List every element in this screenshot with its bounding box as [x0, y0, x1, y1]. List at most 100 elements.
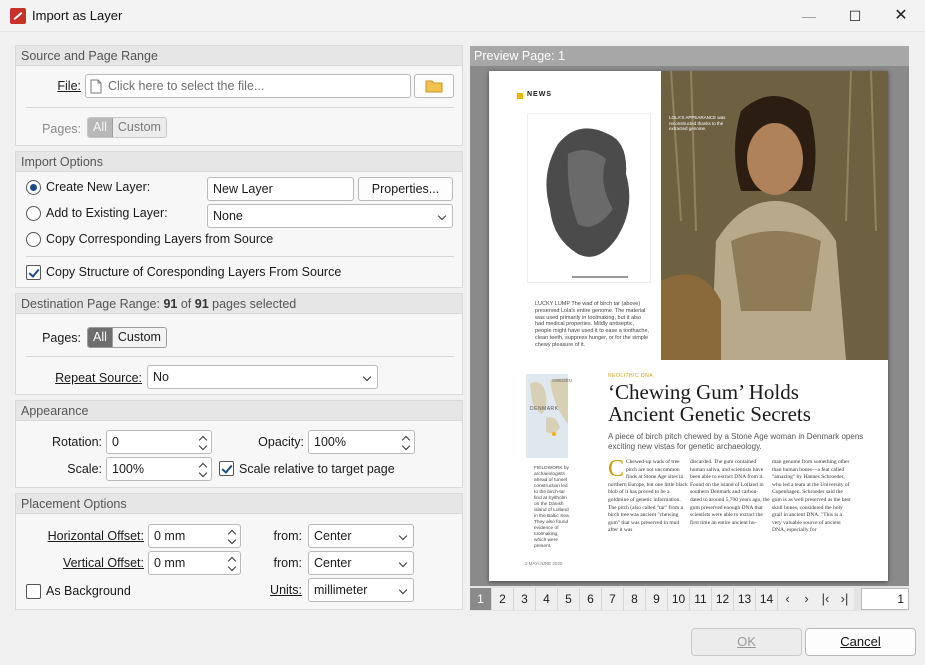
spin-down-icon[interactable]	[198, 468, 208, 478]
destination-pages-toggle[interactable]: All Custom	[87, 327, 167, 348]
appearance-group: Appearance Rotation: 0 Opacity: 100% Sca…	[15, 400, 463, 488]
gum-image	[527, 113, 651, 283]
destination-pages-all[interactable]: All	[88, 328, 112, 347]
body-column-1: C Chewed-up wads of tree pitch are not un…	[608, 456, 688, 534]
preview-panel: Preview Page: 1 NEWS LUCKY LUMP The wad …	[470, 46, 909, 611]
page-button[interactable]: 13	[734, 588, 756, 610]
first-page-icon[interactable]: |‹	[816, 588, 835, 610]
units-select[interactable]: millimeter	[308, 578, 414, 602]
map-caption: FIELDWORK by archaeologists ahead of tun…	[534, 466, 570, 549]
page-button[interactable]: 10	[668, 588, 690, 610]
spin-down-icon[interactable]	[227, 535, 237, 545]
units-label: Units:	[270, 583, 302, 597]
prev-page-icon[interactable]: ‹	[778, 588, 797, 610]
scale-spinbox[interactable]: 100%	[106, 457, 212, 481]
page-button[interactable]: 5	[558, 588, 580, 610]
page-button[interactable]: 4	[536, 588, 558, 610]
copy-structure-checkbox[interactable]	[26, 265, 41, 280]
body-column-2: discarded. The gum contained human saliv…	[690, 459, 770, 526]
create-new-layer-label: Create New Layer:	[46, 180, 151, 194]
scale-label: Scale:	[67, 462, 102, 476]
add-existing-layer-radio[interactable]	[26, 206, 41, 221]
app-logo-icon	[10, 8, 26, 24]
map-icon	[530, 378, 568, 436]
spin-down-icon[interactable]	[401, 441, 411, 451]
as-background-checkbox[interactable]	[26, 584, 41, 599]
source-pages-toggle: All Custom	[87, 117, 167, 138]
horizontal-offset-spinbox[interactable]: 0 mm	[148, 524, 241, 548]
page-button[interactable]: 6	[580, 588, 602, 610]
horizontal-from-select[interactable]: Center	[308, 524, 414, 548]
import-options-header: Import Options	[16, 152, 462, 172]
chevron-down-icon	[398, 558, 408, 568]
vertical-from-select[interactable]: Center	[308, 551, 414, 575]
create-new-layer-radio[interactable]	[26, 180, 41, 195]
spin-down-icon[interactable]	[227, 562, 237, 572]
horizontal-from-label: from:	[273, 529, 302, 543]
page-button[interactable]: 1	[470, 588, 492, 610]
page-button[interactable]: 3	[514, 588, 536, 610]
next-page-icon[interactable]: ›	[797, 588, 816, 610]
preview-header: Preview Page: 1	[470, 46, 909, 66]
page-number-input[interactable]: 1	[861, 588, 909, 610]
chevron-down-icon	[398, 531, 408, 541]
file-label: File:	[57, 79, 81, 93]
opacity-label: Opacity:	[258, 435, 304, 449]
page-button[interactable]: 12	[712, 588, 734, 610]
last-page-icon[interactable]: ›|	[835, 588, 854, 610]
window-title: Import as Layer	[32, 8, 123, 23]
repeat-source-select[interactable]: No	[147, 365, 378, 389]
copy-structure-label: Copy Structure of Coresponding Layers Fr…	[46, 265, 342, 279]
scale-relative-checkbox[interactable]	[219, 461, 234, 476]
copy-corresponding-radio[interactable]	[26, 232, 41, 247]
file-input[interactable]: Click here to select the file...	[85, 74, 411, 98]
rotation-spinbox[interactable]: 0	[106, 430, 212, 454]
browse-folder-button[interactable]	[414, 74, 454, 98]
new-layer-name-input[interactable]: New Layer	[207, 177, 354, 201]
title-bar: Import as Layer — ☐ ✕	[0, 0, 925, 32]
source-group: Source and Page Range File: Click here t…	[15, 45, 463, 146]
article-kicker: NEOLITHIC DNA	[608, 373, 654, 379]
vertical-from-label: from:	[273, 556, 302, 570]
placement-group: Placement Options Horizontal Offset: 0 m…	[15, 493, 463, 610]
article-dek: A piece of birch pitch chewed by a Stone…	[608, 432, 864, 451]
horizontal-offset-label: Horizontal Offset:	[47, 529, 144, 543]
page-button[interactable]: 2	[492, 588, 514, 610]
destination-header: Destination Page Range: 91 of 91 pages s…	[16, 294, 462, 314]
news-bullet-icon	[517, 93, 523, 99]
scale-relative-label: Scale relative to target page	[239, 462, 395, 476]
properties-button[interactable]: Properties...	[358, 177, 453, 201]
appearance-header: Appearance	[16, 401, 462, 421]
preview-canvas[interactable]: NEWS LUCKY LUMP The wad of birch tar (ab…	[470, 66, 909, 586]
existing-layer-select[interactable]: None	[207, 204, 453, 228]
page-button[interactable]: 11	[690, 588, 712, 610]
page-button[interactable]: 8	[624, 588, 646, 610]
copy-corresponding-label: Copy Corresponding Layers from Source	[46, 232, 274, 246]
cancel-button[interactable]: Cancel	[805, 628, 916, 656]
as-background-label: As Background	[46, 584, 131, 598]
page-button[interactable]: 7	[602, 588, 624, 610]
denmark-map: SWEDEN DENMARK	[526, 374, 572, 458]
page-button[interactable]: 9	[646, 588, 668, 610]
chevron-down-icon	[362, 372, 372, 382]
preview-page: NEWS LUCKY LUMP The wad of birch tar (ab…	[489, 71, 888, 581]
destination-pages-label: Pages:	[42, 331, 81, 345]
destination-pages-custom[interactable]: Custom	[111, 328, 166, 347]
close-button[interactable]: ✕	[878, 0, 924, 32]
ok-button[interactable]: OK	[691, 628, 802, 656]
chevron-down-icon	[437, 211, 447, 221]
page-button[interactable]: 14	[756, 588, 778, 610]
opacity-spinbox[interactable]: 100%	[308, 430, 415, 454]
page-number-list: 1 2 3 4 5 6 7 8 9 10 11 12 13 14	[470, 588, 778, 610]
rotation-label: Rotation:	[51, 435, 102, 449]
drop-cap: C	[608, 456, 625, 482]
maximize-button[interactable]: ☐	[832, 0, 878, 32]
chevron-down-icon	[398, 585, 408, 595]
photo-caption: LOLA'S APPEARANCE was reconstructed than…	[669, 115, 726, 131]
reconstruction-photo: LOLA'S APPEARANCE was reconstructed than…	[661, 71, 888, 360]
folder-icon	[425, 80, 443, 93]
vertical-offset-spinbox[interactable]: 0 mm	[148, 551, 241, 575]
spin-down-icon[interactable]	[198, 441, 208, 451]
minimize-button[interactable]: —	[786, 0, 832, 32]
body-column-3: man genome from something other than hum…	[772, 459, 851, 534]
